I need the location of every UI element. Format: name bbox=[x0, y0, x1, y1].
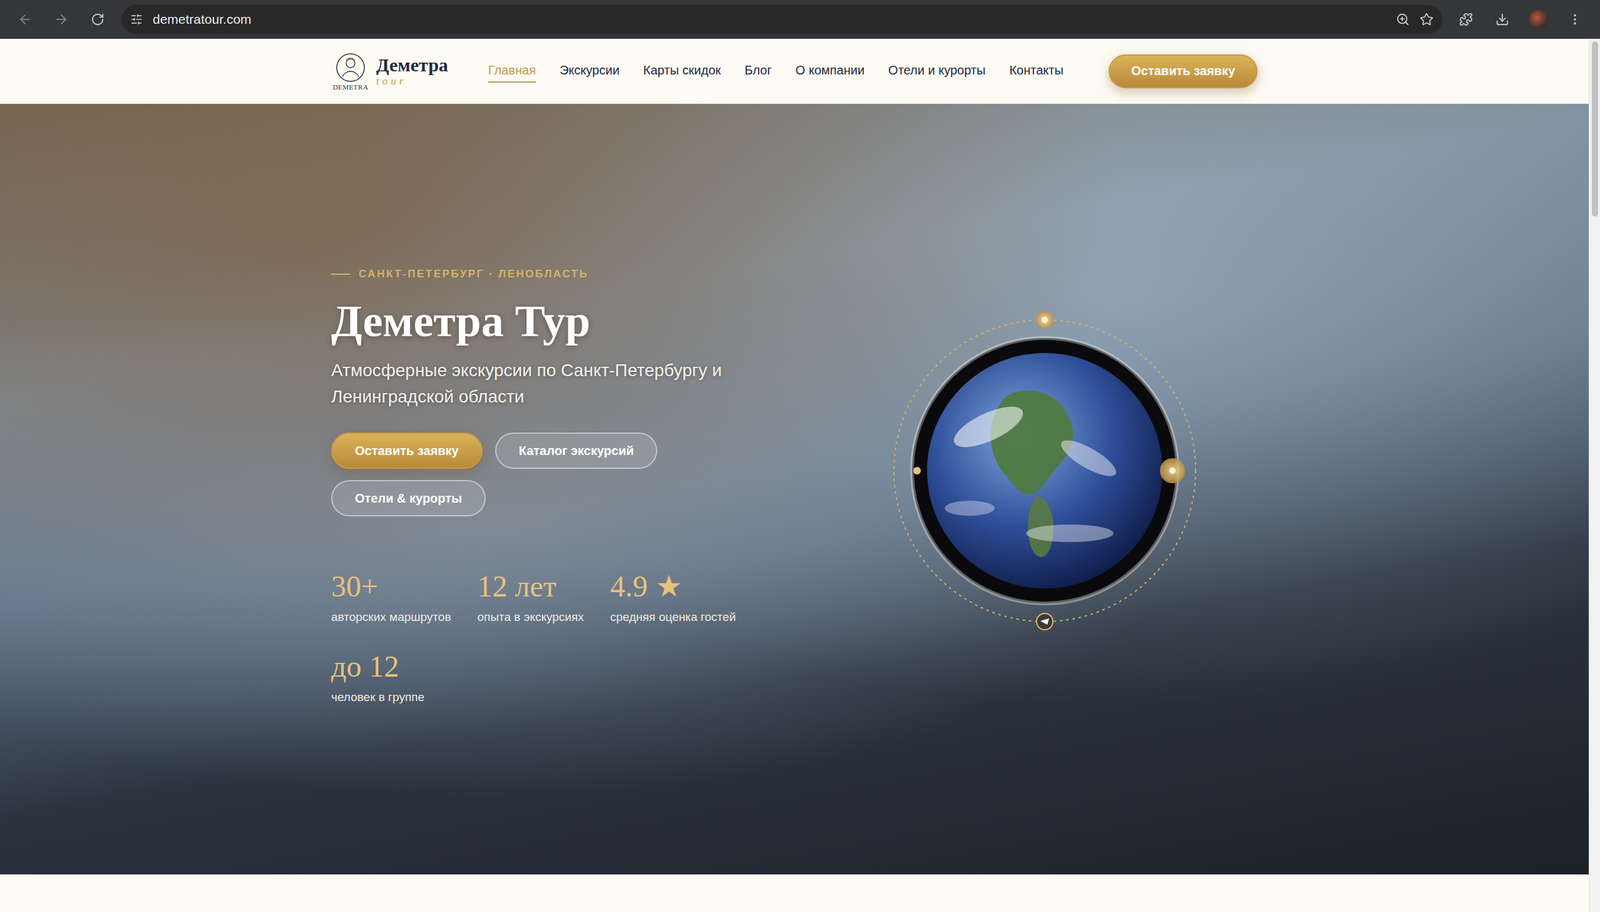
nav-item[interactable]: О компании bbox=[795, 59, 865, 83]
stat-value: 12 лет bbox=[477, 571, 585, 602]
hero-title: Деметра Тур bbox=[331, 296, 807, 347]
logo-emblem-text: DEMETRA bbox=[333, 83, 369, 91]
hero-visual bbox=[806, 264, 1258, 640]
nav-item[interactable]: Карты скидок bbox=[643, 59, 722, 83]
logo-words: Деметраtour bbox=[376, 55, 449, 87]
logo-emblem-icon bbox=[333, 51, 368, 84]
hero-subtitle: Атмосферные экскурсии по Санкт-Петербург… bbox=[331, 357, 745, 411]
request-button[interactable]: Оставить заявку bbox=[331, 432, 483, 469]
logo[interactable]: DEMETRA Деметраtour bbox=[331, 51, 449, 91]
hero-inner: САНКТ-ПЕТЕРБУРГ · ЛЕНОБЛАСТЬ Деметра Тур А… bbox=[331, 103, 1258, 875]
puzzle-icon bbox=[1459, 12, 1473, 27]
eyebrow-text: САНКТ-ПЕТЕРБУРГ · ЛЕНОБЛАСТЬ bbox=[358, 267, 589, 281]
stat-label: человек в группе bbox=[331, 690, 452, 705]
site-info-icon[interactable] bbox=[130, 13, 143, 26]
main-nav: Главная Экскурсии Карты скидок Блог О компан… bbox=[488, 59, 1109, 83]
scrollbar-thumb[interactable] bbox=[1591, 41, 1599, 217]
bookmark-star-icon[interactable] bbox=[1419, 12, 1434, 27]
hero-eyebrow: САНКТ-ПЕТЕРБУРГ · ЛЕНОБЛАСТЬ bbox=[331, 267, 807, 281]
page: DEMETRA Деметраtour Главная Экскурсии Карты … bbox=[0, 38, 1589, 912]
stat-value: до 12 bbox=[331, 651, 452, 682]
logo-tagline: tour bbox=[376, 75, 449, 87]
header-cta-button[interactable]: Оставить заявку bbox=[1108, 54, 1258, 89]
menu-button[interactable] bbox=[1562, 6, 1588, 32]
stat: до 12 человек в группе bbox=[331, 651, 452, 705]
header-container: DEMETRA Деметраtour Главная Экскурсии Карты … bbox=[331, 51, 1258, 91]
more-icon bbox=[1568, 12, 1582, 27]
url-text: demetratour.com bbox=[152, 11, 1386, 27]
reload-button[interactable] bbox=[85, 6, 111, 32]
nav-item[interactable]: Блог bbox=[744, 59, 772, 83]
arrow-right-icon bbox=[53, 11, 69, 27]
globe-icon bbox=[875, 301, 1214, 640]
hero-buttons: Оставить заявку Каталог экскурсийОтели & … bbox=[331, 432, 682, 517]
secondary-button[interactable]: Отели & курорты bbox=[331, 480, 486, 517]
profile-avatar-icon bbox=[1529, 10, 1549, 29]
viewport: DEMETRA Деметраtour Главная Экскурсии Карты … bbox=[0, 38, 1600, 912]
secondary-button[interactable]: Каталог экскурсий bbox=[495, 432, 658, 469]
stat: 30+ авторских маршрутов bbox=[331, 571, 452, 625]
stat-label: опыта в экскурсиях bbox=[477, 610, 585, 625]
downloads-button[interactable] bbox=[1489, 6, 1515, 32]
nav-item[interactable]: Экскурсии bbox=[559, 59, 620, 83]
reload-icon bbox=[90, 12, 105, 27]
nav-item[interactable]: Главная bbox=[488, 59, 536, 83]
stat: 4.9 ★ средняя оценка гостей bbox=[610, 571, 737, 625]
hero: САНКТ-ПЕТЕРБУРГ · ЛЕНОБЛАСТЬ Деметра Тур А… bbox=[0, 103, 1589, 875]
next-section bbox=[0, 874, 1589, 912]
eyebrow-line bbox=[331, 273, 350, 275]
zoom-icon[interactable] bbox=[1395, 12, 1410, 27]
site-header: DEMETRA Деметраtour Главная Экскурсии Карты … bbox=[0, 38, 1589, 104]
back-button[interactable] bbox=[12, 6, 38, 32]
arrow-left-icon bbox=[17, 11, 33, 27]
browser-window: demetratour.com DEMETRA Деметраtour Главная… bbox=[0, 0, 1600, 912]
stat-value: 4.9 ★ bbox=[610, 571, 737, 602]
extensions-button[interactable] bbox=[1453, 6, 1479, 32]
forward-button[interactable] bbox=[48, 6, 74, 32]
profile-button[interactable] bbox=[1526, 6, 1552, 32]
nav-item[interactable]: Отели и курорты bbox=[888, 59, 986, 83]
stat-value: 30+ bbox=[331, 571, 452, 602]
stat-label: средняя оценка гостей bbox=[610, 610, 737, 625]
scrollbar[interactable] bbox=[1588, 38, 1600, 912]
browser-toolbar: demetratour.com bbox=[0, 0, 1600, 39]
hero-content: САНКТ-ПЕТЕРБУРГ · ЛЕНОБЛАСТЬ Деметра Тур А… bbox=[331, 199, 807, 705]
stat: 12 лет опыта в экскурсиях bbox=[477, 571, 585, 625]
logo-name: Деметра bbox=[376, 55, 449, 75]
hero-stats: 30+ авторских маршрутов 12 лет опыта в экск… bbox=[331, 571, 807, 705]
nav-item[interactable]: Контакты bbox=[1009, 59, 1063, 83]
stat-label: авторских маршрутов bbox=[331, 610, 452, 625]
download-icon bbox=[1495, 12, 1510, 27]
address-bar[interactable]: demetratour.com bbox=[121, 5, 1443, 34]
logo-emblem: DEMETRA bbox=[331, 51, 370, 91]
